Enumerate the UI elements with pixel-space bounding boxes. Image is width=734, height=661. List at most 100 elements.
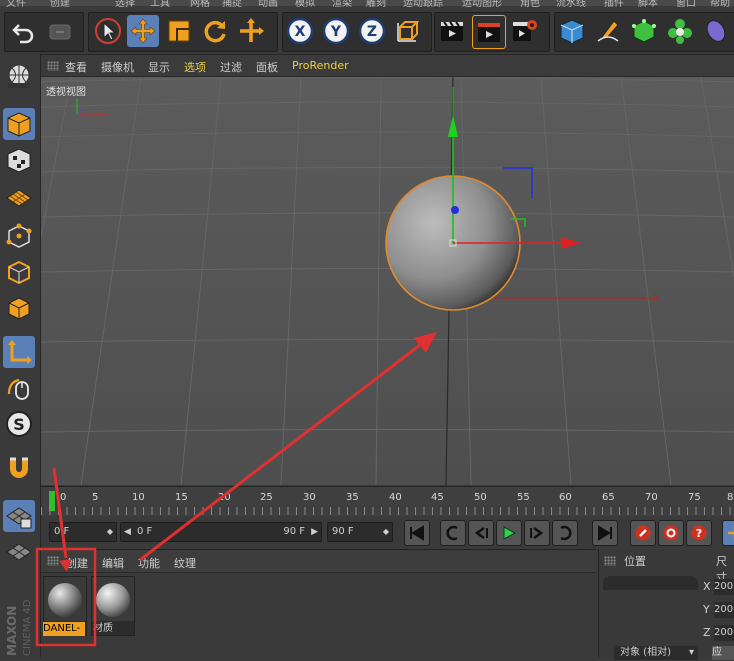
viewport-menu-camera[interactable]: 摄像机	[101, 59, 134, 75]
material-menu-create[interactable]: 创建	[66, 555, 88, 571]
menu-item[interactable]: 动画	[258, 0, 278, 9]
move-tool-button[interactable]	[127, 15, 159, 47]
points-mode-button[interactable]	[3, 220, 35, 252]
undo-button[interactable]	[8, 15, 40, 47]
menu-item[interactable]: 选择	[115, 0, 135, 9]
frame-range-slider[interactable]: ◀ 0 F 90 F ▶	[120, 522, 322, 542]
key-position-button[interactable]	[722, 520, 734, 546]
add-generator-button[interactable]	[628, 15, 660, 47]
make-editable-button[interactable]	[3, 60, 35, 92]
redo-button[interactable]	[44, 15, 76, 47]
record-keys-button[interactable]	[630, 520, 656, 546]
menu-item[interactable]: 工具	[150, 0, 170, 9]
timeline-tick-label: 45	[431, 492, 444, 503]
transform-tool-button[interactable]	[235, 15, 267, 47]
size-y-field[interactable]: 200	[714, 602, 734, 618]
menu-item[interactable]: 渲染	[332, 0, 352, 9]
viewport-canvas[interactable]	[41, 77, 734, 485]
texture-mode-button[interactable]	[3, 144, 35, 176]
add-deformer-button[interactable]	[700, 15, 732, 47]
add-cloner-button[interactable]	[664, 15, 696, 47]
viewport-menu-panel[interactable]: 面板	[256, 59, 278, 75]
cloner-icon	[668, 19, 692, 44]
z-axis-button[interactable]: Z	[356, 15, 388, 47]
viewport-menu-display[interactable]: 显示	[148, 59, 170, 75]
timeline-ruler[interactable]: 0 5 10 15 20 25 30 35 40 45 50 55 60 65 …	[41, 486, 734, 517]
menu-item[interactable]: 流水线	[556, 0, 586, 9]
workplane-mode-button[interactable]	[3, 180, 35, 212]
model-mode-button[interactable]	[3, 108, 35, 140]
menu-item[interactable]: 模拟	[295, 0, 315, 9]
snap-button[interactable]: S	[3, 408, 35, 440]
current-frame-field[interactable]: 0 F ◆	[49, 522, 117, 542]
edges-mode-button[interactable]	[3, 256, 35, 288]
render-settings-button[interactable]	[508, 15, 540, 47]
menu-item[interactable]: 运动图形	[462, 0, 502, 9]
panel-grip[interactable]	[47, 556, 59, 566]
next-frame-button[interactable]	[524, 520, 550, 546]
menu-item[interactable]: 文件	[6, 0, 26, 9]
timeline-tick-label: 5	[92, 492, 99, 503]
material-name-label[interactable]: DANEL-	[43, 622, 85, 636]
svg-text:?: ?	[696, 527, 702, 540]
go-to-end-button[interactable]	[592, 520, 618, 546]
next-key-button[interactable]	[552, 520, 578, 546]
go-to-start-button[interactable]	[404, 520, 430, 546]
material-menu-edit[interactable]: 编辑	[102, 555, 124, 571]
max-frame-field[interactable]: 90 F ◆	[327, 522, 393, 542]
previous-frame-button[interactable]	[468, 520, 494, 546]
auto-key-icon	[663, 525, 679, 541]
size-z-field[interactable]: 200	[714, 625, 734, 641]
viewport-menu-options[interactable]: 选项	[184, 59, 206, 75]
render-view-button[interactable]	[436, 15, 468, 47]
menu-item[interactable]: 雕刻	[366, 0, 386, 9]
magnet-button[interactable]	[3, 452, 35, 484]
clapboard-icon	[441, 21, 463, 41]
polygons-mode-button[interactable]	[3, 292, 35, 324]
menu-item[interactable]: 捕捉	[222, 0, 242, 9]
brand-maxon: MAXON	[5, 606, 19, 656]
y-axis-button[interactable]: Y	[320, 15, 352, 47]
grid-plane-icon	[6, 189, 32, 207]
panel-grip[interactable]	[47, 61, 59, 71]
material-menu-texture[interactable]: 纹理	[174, 555, 196, 571]
workplane-lock-button[interactable]	[3, 500, 35, 532]
rotate-icon	[204, 20, 226, 43]
solo-button[interactable]	[3, 536, 35, 568]
left-toolbar: S	[0, 54, 41, 658]
material-menu-function[interactable]: 功能	[138, 555, 160, 571]
scale-tool-button[interactable]	[163, 15, 195, 47]
z-axis-handle[interactable]	[451, 206, 459, 214]
position-slider[interactable]	[603, 576, 698, 590]
auto-keying-button[interactable]	[658, 520, 684, 546]
menu-item[interactable]: 插件	[604, 0, 624, 9]
add-spline-button[interactable]	[592, 15, 624, 47]
menu-item[interactable]: 网格	[190, 0, 210, 9]
menu-item[interactable]: 运动跟踪	[403, 0, 443, 9]
material-name-label[interactable]: 材质	[93, 622, 133, 636]
menu-item[interactable]: 帮助	[710, 0, 730, 9]
select-tool-button[interactable]	[92, 15, 124, 47]
previous-key-button[interactable]	[440, 520, 466, 546]
rotate-tool-button[interactable]	[199, 15, 231, 47]
timeline-tick-label: 40	[389, 492, 402, 503]
panel-grip[interactable]	[604, 556, 616, 566]
viewport-name-label: 透视视图	[44, 82, 88, 99]
play-button[interactable]	[496, 520, 522, 546]
keyframe-selection-button[interactable]: ?	[686, 520, 712, 546]
coordinate-system-button[interactable]	[392, 15, 424, 47]
viewport-menu-view[interactable]: 查看	[65, 59, 87, 75]
axis-mode-button[interactable]	[3, 336, 35, 368]
menu-item[interactable]: 脚本	[638, 0, 658, 9]
x-axis-button[interactable]: X	[284, 15, 316, 47]
size-x-field[interactable]: 200	[714, 579, 734, 595]
menu-item[interactable]: 创建	[50, 0, 70, 9]
render-picture-viewer-button[interactable]	[472, 15, 506, 49]
viewport-menu-prorender[interactable]: ProRender	[292, 59, 349, 72]
menu-item[interactable]: 角色	[520, 0, 540, 9]
perspective-viewport[interactable]	[41, 77, 734, 485]
add-cube-button[interactable]	[556, 15, 588, 47]
viewport-menu-filter[interactable]: 过滤	[220, 59, 242, 75]
menu-item[interactable]: 窗口	[676, 0, 696, 9]
tweak-mode-button[interactable]	[3, 372, 35, 404]
